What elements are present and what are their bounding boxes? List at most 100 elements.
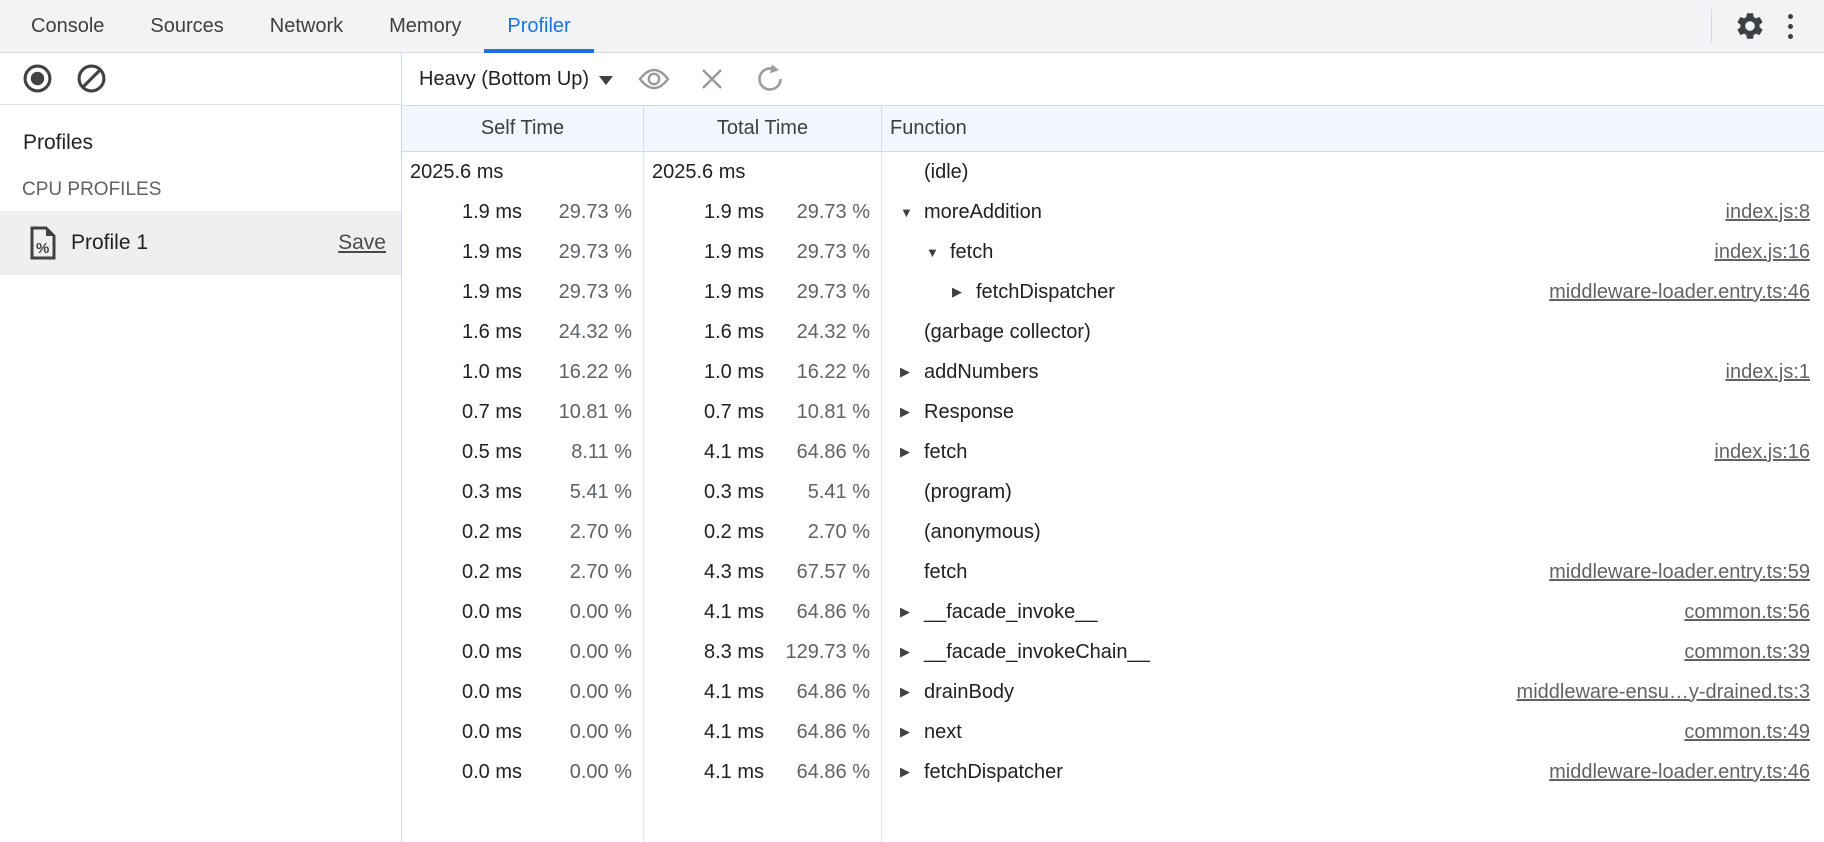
percent-value: 0.00 % (522, 681, 632, 704)
view-mode-dropdown[interactable]: Heavy (Bottom Up) (419, 68, 613, 91)
collapsed-arrow-icon[interactable]: ▶ (900, 404, 924, 420)
table-row[interactable]: 0.0 ms0.00 %4.1 ms64.86 %▶__facade_invok… (402, 592, 1824, 632)
function-cell: (anonymous) (882, 512, 1824, 552)
column-header-self-time[interactable]: Self Time (402, 106, 644, 151)
source-link[interactable]: index.js:1 (1706, 361, 1811, 384)
table-row[interactable]: 1.9 ms29.73 %1.9 ms29.73 %▼moreAdditioni… (402, 192, 1824, 232)
time-value: 1.9 ms (402, 281, 522, 304)
self-time-cell: 1.9 ms29.73 % (402, 272, 644, 312)
profiler-main-panel: Heavy (Bottom Up) Self Time Total Time F… (402, 53, 1824, 842)
table-row[interactable]: 0.2 ms2.70 %4.3 ms67.57 %fetchmiddleware… (402, 552, 1824, 592)
clear-profiles-button[interactable] (71, 59, 111, 99)
sidebar-item-profile-1[interactable]: % Profile 1 Save (0, 211, 401, 275)
tab-label: Console (31, 15, 104, 38)
source-link[interactable]: common.ts:39 (1664, 641, 1810, 664)
self-time-cell: 0.0 ms0.00 % (402, 752, 644, 792)
total-time-cell: 4.1 ms64.86 % (644, 432, 882, 472)
collapsed-arrow-icon[interactable]: ▶ (900, 724, 924, 740)
table-row[interactable]: 0.0 ms0.00 %4.1 ms64.86 %▶fetchDispatche… (402, 752, 1824, 792)
table-row[interactable]: 0.0 ms0.00 %4.1 ms64.86 %▶nextcommon.ts:… (402, 712, 1824, 752)
focus-function-eye-icon[interactable] (637, 62, 671, 96)
collapsed-arrow-icon[interactable]: ▶ (900, 764, 924, 780)
column-header-function[interactable]: Function (882, 106, 1824, 151)
function-name: (anonymous) (924, 521, 1041, 544)
tab-console[interactable]: Console (8, 0, 127, 52)
collapsed-arrow-icon[interactable]: ▶ (952, 284, 976, 300)
function-name: addNumbers (924, 361, 1039, 384)
profile-name: Profile 1 (71, 231, 148, 255)
table-row[interactable]: 1.0 ms16.22 %1.0 ms16.22 %▶addNumbersind… (402, 352, 1824, 392)
source-link[interactable]: middleware-loader.entry.ts:46 (1529, 761, 1810, 784)
profiles-heading: Profiles (23, 131, 401, 155)
collapsed-arrow-icon[interactable]: ▶ (900, 644, 924, 660)
time-value: 2025.6 ms (410, 161, 503, 184)
time-value: 4.1 ms (644, 601, 764, 624)
source-link[interactable]: middleware-ensu…y-drained.ts:3 (1497, 681, 1810, 704)
source-link[interactable]: index.js:16 (1694, 241, 1810, 264)
total-time-cell: 4.1 ms64.86 % (644, 672, 882, 712)
tab-label: Memory (389, 15, 461, 38)
table-row[interactable]: 2025.6 ms2025.6 ms(idle) (402, 152, 1824, 192)
exclude-function-x-icon[interactable] (695, 62, 729, 96)
source-link[interactable]: index.js:16 (1694, 441, 1810, 464)
percent-value: 5.41 % (764, 481, 870, 504)
source-link[interactable]: index.js:8 (1706, 201, 1811, 224)
table-row[interactable]: 1.6 ms24.32 %1.6 ms24.32 %(garbage colle… (402, 312, 1824, 352)
table-row[interactable]: 0.0 ms0.00 %4.1 ms64.86 %▶drainBodymiddl… (402, 672, 1824, 712)
collapsed-arrow-icon[interactable]: ▶ (900, 684, 924, 700)
percent-value: 0.00 % (522, 601, 632, 624)
tab-network[interactable]: Network (247, 0, 366, 52)
function-name: fetchDispatcher (924, 761, 1063, 784)
total-time-cell: 0.7 ms10.81 % (644, 392, 882, 432)
time-value: 0.7 ms (402, 401, 522, 424)
function-cell: (idle) (882, 152, 1824, 192)
expanded-arrow-icon[interactable]: ▼ (900, 205, 924, 220)
table-row[interactable]: 0.5 ms8.11 %4.1 ms64.86 %▶fetchindex.js:… (402, 432, 1824, 472)
self-time-cell: 0.3 ms5.41 % (402, 472, 644, 512)
tab-strip: Console SourcesNetwork Memory Profiler (8, 0, 594, 52)
collapsed-arrow-icon[interactable]: ▶ (900, 364, 924, 380)
percent-value: 10.81 % (522, 401, 632, 424)
function-cell: ▶__facade_invoke__common.ts:56 (882, 592, 1824, 632)
self-time-cell: 0.5 ms8.11 % (402, 432, 644, 472)
table-row[interactable]: 0.3 ms5.41 %0.3 ms5.41 %(program) (402, 472, 1824, 512)
table-row[interactable]: 0.2 ms2.70 %0.2 ms2.70 %(anonymous) (402, 512, 1824, 552)
tab-sources[interactable]: Sources (127, 0, 246, 52)
table-row[interactable]: 1.9 ms29.73 %1.9 ms29.73 %▶fetchDispatch… (402, 272, 1824, 312)
time-value: 1.9 ms (644, 281, 764, 304)
time-value: 1.9 ms (644, 241, 764, 264)
table-row[interactable]: 0.0 ms0.00 %8.3 ms129.73 %▶__facade_invo… (402, 632, 1824, 672)
table-row[interactable]: 0.7 ms10.81 %0.7 ms10.81 %▶Response (402, 392, 1824, 432)
percent-value: 67.57 % (764, 561, 870, 584)
expanded-arrow-icon[interactable]: ▼ (926, 245, 950, 260)
function-cell: ▶drainBodymiddleware-ensu…y-drained.ts:3 (882, 672, 1824, 712)
time-value: 1.6 ms (402, 321, 522, 344)
active-tab-underline (484, 49, 593, 53)
time-value: 0.2 ms (402, 521, 522, 544)
percent-value: 2.70 % (522, 561, 632, 584)
source-link[interactable]: middleware-loader.entry.ts:59 (1529, 561, 1810, 584)
function-name: fetchDispatcher (976, 281, 1115, 304)
source-link[interactable]: common.ts:56 (1664, 601, 1810, 624)
function-cell: ▶fetchDispatcher middleware-loader.entry.… (882, 752, 1824, 792)
settings-gear-icon[interactable] (1730, 6, 1770, 46)
column-header-total-time[interactable]: Total Time (644, 106, 882, 151)
total-time-cell: 1.0 ms16.22 % (644, 352, 882, 392)
source-link[interactable]: common.ts:49 (1664, 721, 1810, 744)
collapsed-arrow-icon[interactable]: ▶ (900, 604, 924, 620)
table-rows: 2025.6 ms2025.6 ms(idle)1.9 ms29.73 %1.9… (402, 152, 1824, 792)
record-button[interactable] (17, 59, 57, 99)
more-options-icon[interactable] (1770, 6, 1810, 46)
time-value: 0.2 ms (644, 521, 764, 544)
time-value: 0.0 ms (402, 641, 522, 664)
table-row[interactable]: 1.9 ms29.73 %1.9 ms29.73 %▼fetchindex.js… (402, 232, 1824, 272)
tab-profiler[interactable]: Profiler (484, 0, 593, 52)
source-link[interactable]: middleware-loader.entry.ts:46 (1529, 281, 1810, 304)
function-cell: ▼fetchindex.js:16 (882, 232, 1824, 272)
tab-memory[interactable]: Memory (366, 0, 484, 52)
save-link[interactable]: Save (338, 231, 386, 255)
collapsed-arrow-icon[interactable]: ▶ (900, 444, 924, 460)
total-time-cell: 1.6 ms24.32 % (644, 312, 882, 352)
restore-functions-refresh-icon[interactable] (753, 62, 787, 96)
function-cell: ▼moreAdditionindex.js:8 (882, 192, 1824, 232)
